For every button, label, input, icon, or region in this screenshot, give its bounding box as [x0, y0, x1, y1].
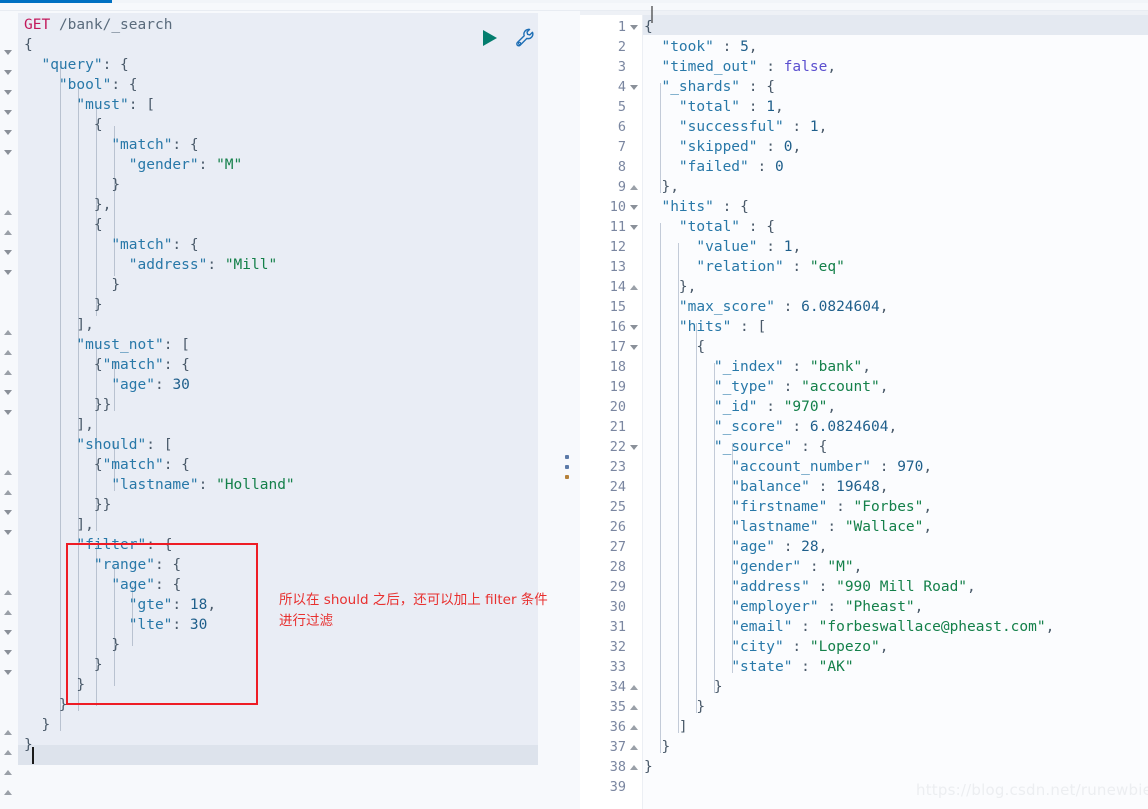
fold-toggle-expanded[interactable]	[4, 110, 12, 115]
fold-toggle-expanded[interactable]	[4, 390, 12, 395]
wrench-icon[interactable]	[514, 27, 536, 49]
response-fold-toggle-collapsed[interactable]	[630, 725, 638, 730]
grip-dot	[565, 455, 569, 459]
fold-toggle-collapsed[interactable]	[4, 770, 12, 775]
grip-dot	[565, 475, 569, 479]
run-request-icon[interactable]	[481, 28, 499, 48]
fold-toggle-collapsed[interactable]	[4, 730, 12, 735]
response-fold-arrows[interactable]	[628, 15, 642, 809]
request-body-code[interactable]: GET /bank/_search { "query": { "bool": {…	[18, 13, 556, 758]
fold-toggle-expanded[interactable]	[4, 650, 12, 655]
fold-toggle-expanded[interactable]	[4, 130, 12, 135]
fold-toggle-expanded[interactable]	[4, 670, 12, 675]
response-body-code[interactable]: { "took" : 5, "timed_out" : false, "_sha…	[644, 17, 1148, 797]
response-fold-toggle-collapsed[interactable]	[630, 685, 638, 690]
annotation-line-2: 进行过滤	[279, 613, 333, 629]
fold-toggle-expanded[interactable]	[4, 70, 12, 75]
fold-toggle-collapsed[interactable]	[4, 610, 12, 615]
fold-toggle-collapsed[interactable]	[4, 490, 12, 495]
response-fold-toggle-collapsed[interactable]	[630, 705, 638, 710]
annotation-note: 所以在 should 之后，还可以加上 filter 条件 进行过滤	[279, 590, 559, 632]
fold-toggle-collapsed[interactable]	[4, 470, 12, 475]
splitter-grip-handle[interactable]	[565, 455, 570, 484]
fold-toggle-collapsed[interactable]	[4, 590, 12, 595]
response-fold-toggle-expanded[interactable]	[630, 325, 638, 330]
annotation-line-1: 所以在 should 之后，还可以加上 filter 条件	[279, 592, 548, 608]
response-fold-toggle-expanded[interactable]	[630, 25, 638, 30]
fold-toggle-expanded[interactable]	[4, 90, 12, 95]
pane-splitter[interactable]	[556, 11, 580, 809]
response-fold-toggle-expanded[interactable]	[630, 345, 638, 350]
fold-toggle-collapsed[interactable]	[4, 790, 12, 795]
request-fold-arrows[interactable]	[0, 11, 18, 809]
response-fold-toggle-expanded[interactable]	[630, 445, 638, 450]
response-fold-toggle-collapsed[interactable]	[630, 185, 638, 190]
fold-toggle-expanded[interactable]	[4, 630, 12, 635]
fold-toggle-expanded[interactable]	[4, 530, 12, 535]
response-fold-toggle-expanded[interactable]	[630, 225, 638, 230]
request-fold-gutter[interactable]	[0, 11, 18, 809]
fold-toggle-expanded[interactable]	[4, 150, 12, 155]
dev-tools-console: GET /bank/_search { "query": { "bool": {…	[0, 0, 1148, 809]
top-strip-filler	[112, 0, 1148, 3]
fold-toggle-expanded[interactable]	[4, 510, 12, 515]
fold-toggle-collapsed[interactable]	[4, 210, 12, 215]
response-fold-toggle-collapsed[interactable]	[630, 745, 638, 750]
response-fold-toggle-collapsed[interactable]	[630, 765, 638, 770]
window-top-strip	[0, 0, 1148, 11]
response-pane[interactable]: 1 2 3 4 5 6 7 8 9 10 11 12 13 14 15 16 1…	[580, 11, 1148, 809]
fold-toggle-collapsed[interactable]	[4, 230, 12, 235]
grip-dot	[565, 465, 569, 469]
response-fold-toggle-expanded[interactable]	[630, 205, 638, 210]
fold-toggle-collapsed[interactable]	[4, 750, 12, 755]
response-fold-toggle-collapsed[interactable]	[630, 285, 638, 290]
response-text-caret	[651, 6, 653, 23]
response-fold-toggle-expanded[interactable]	[630, 85, 638, 90]
fold-toggle-collapsed[interactable]	[4, 350, 12, 355]
source-watermark: https://blog.csdn.net/runewbie	[916, 781, 1148, 799]
fold-toggle-collapsed[interactable]	[4, 370, 12, 375]
active-tab-indicator[interactable]	[0, 0, 112, 3]
response-line-numbers: 1 2 3 4 5 6 7 8 9 10 11 12 13 14 15 16 1…	[609, 19, 626, 795]
fold-toggle-expanded[interactable]	[4, 270, 12, 275]
request-editor-pane[interactable]: GET /bank/_search { "query": { "bool": {…	[0, 11, 556, 809]
fold-toggle-expanded[interactable]	[4, 250, 12, 255]
fold-toggle-expanded[interactable]	[4, 50, 12, 55]
fold-toggle-expanded[interactable]	[4, 410, 12, 415]
fold-toggle-collapsed[interactable]	[4, 330, 12, 335]
